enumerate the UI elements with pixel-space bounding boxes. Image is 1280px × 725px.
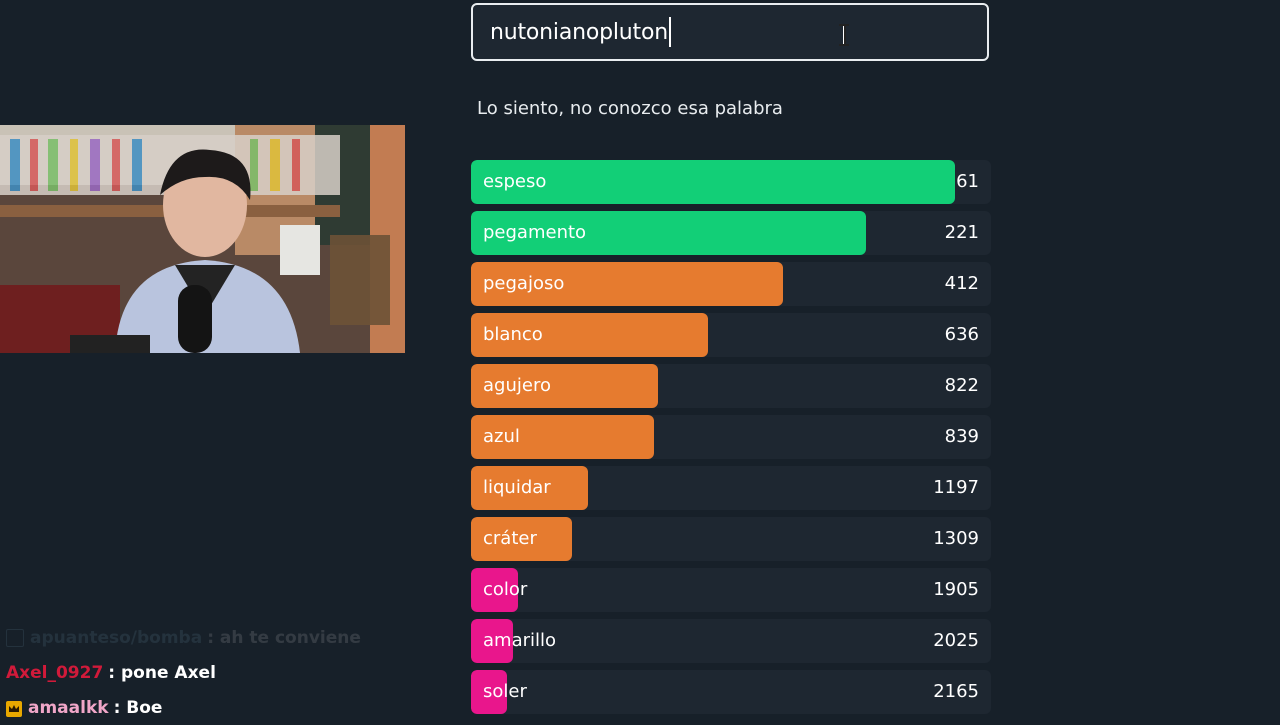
guess-row: amarillo 2025 [471,619,991,663]
chat-text: : Boe [113,697,163,718]
guess-word: cráter [483,528,537,549]
stream-chat: apuanteso/bomba : ah te conviene Axel_09… [6,620,426,725]
guess-rank: 61 [956,171,979,192]
chat-message: apuanteso/bomba : ah te conviene [6,620,426,655]
guess-list: espeso 61 pegamento 221 pegajoso 412 blanco… [471,160,991,721]
guess-input[interactable]: nutonianopluton [471,3,989,61]
guess-row: cráter 1309 [471,517,991,561]
guess-word: pegajoso [483,273,565,294]
chat-text: : ah te conviene [207,627,361,648]
webcam-image [0,125,405,353]
guess-rank: 1197 [933,477,979,498]
guess-row: soler 2165 [471,670,991,714]
guess-row: pegamento 221 [471,211,991,255]
guess-rank: 2165 [933,681,979,702]
guess-rank: 636 [944,324,979,345]
guess-word: azul [483,426,520,447]
chat-username: amaalkk [28,697,109,718]
guess-word: liquidar [483,477,551,498]
guess-row: espeso 61 [471,160,991,204]
guess-rank: 822 [944,375,979,396]
guess-word: blanco [483,324,543,345]
chat-text: : pone Axel [108,662,216,683]
text-caret [668,17,671,47]
chat-message: Axel_0927 : pone Axel [6,655,426,690]
crown-icon [6,700,22,717]
chat-username: Axel_0927 [6,662,104,683]
guess-row: color 1905 [471,568,991,612]
guess-word: amarillo [483,630,557,651]
guess-word: pegamento [483,222,587,243]
webcam-feed [0,125,405,353]
guess-row: liquidar 1197 [471,466,991,510]
guess-rank: 839 [944,426,979,447]
guess-rank: 2025 [933,630,979,651]
guess-rank: 1309 [933,528,979,549]
guess-rank: 1905 [933,579,979,600]
ibeam-cursor-icon [838,24,850,46]
guess-row: azul 839 [471,415,991,459]
guess-input-value: nutonianopluton [490,19,668,45]
guess-row: blanco 636 [471,313,991,357]
guess-rank: 412 [944,273,979,294]
guess-row: agujero 822 [471,364,991,408]
status-message: Lo siento, no conozco esa palabra [477,98,783,119]
guess-word: agujero [483,375,551,396]
guess-rank: 221 [944,222,979,243]
chat-username: apuanteso/bomba [30,627,203,648]
guess-word: soler [483,681,527,702]
guess-word: espeso [483,171,547,192]
guess-word: color [483,579,528,600]
chat-badge-icon [6,628,24,647]
guess-row: pegajoso 412 [471,262,991,306]
